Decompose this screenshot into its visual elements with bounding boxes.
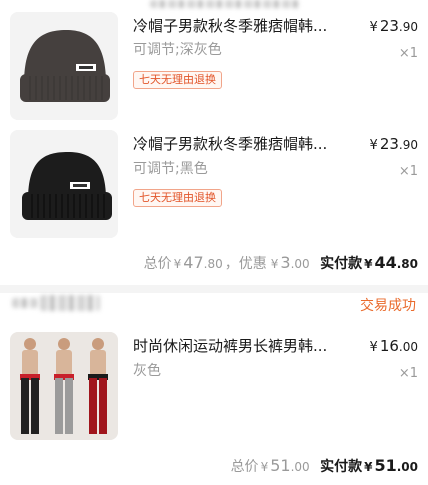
pants-models-image — [10, 332, 118, 440]
order-item-2[interactable]: 冷帽子男款秋冬季雅痞帽韩... ¥23.90 可调节;黑色 ×1 七天无理由退换 — [0, 130, 428, 242]
product-thumbnail[interactable] — [10, 12, 118, 120]
product-quantity: ×1 — [398, 46, 418, 61]
order-summary: 总价 ¥51.00 实付款 ¥51.00 — [230, 456, 418, 475]
blurred-shop-name — [12, 298, 38, 308]
product-title[interactable]: 冷帽子男款秋冬季雅痞帽韩... — [133, 134, 353, 154]
order-item-1[interactable]: 冷帽子男款秋冬季雅痞帽韩... ¥23.90 可调节;深灰色 ×1 七天无理由退… — [0, 12, 428, 124]
product-spec: 灰色 — [133, 363, 161, 379]
return-policy-tag: 七天无理由退换 — [133, 71, 222, 89]
beanie-image — [10, 130, 118, 238]
product-spec: 可调节;深灰色 — [133, 42, 222, 58]
order-summary: 总价 ¥47.80 ，优惠 ¥3.00 实付款 ¥44.80 — [143, 253, 418, 272]
order-status: 交易成功 — [360, 298, 416, 314]
order-divider — [0, 285, 428, 293]
product-price: ¥23.90 — [369, 17, 418, 35]
paid-amount: 实付款 ¥44.80 — [320, 253, 418, 272]
order-item-3[interactable]: 时尚休闲运动裤男长裤男韩... ¥16.00 灰色 ×1 — [0, 332, 428, 444]
product-price: ¥16.00 — [369, 337, 418, 355]
product-quantity: ×1 — [398, 164, 418, 179]
product-thumbnail[interactable] — [10, 332, 118, 440]
product-thumbnail[interactable] — [10, 130, 118, 238]
product-price: ¥23.90 — [369, 135, 418, 153]
blurred-shop-name — [40, 295, 100, 311]
product-quantity: ×1 — [398, 366, 418, 381]
product-spec: 可调节;黑色 — [133, 161, 208, 177]
return-policy-tag: 七天无理由退换 — [133, 189, 222, 207]
product-title[interactable]: 时尚休闲运动裤男长裤男韩... — [133, 336, 353, 356]
paid-amount: 实付款 ¥51.00 — [320, 456, 418, 475]
beanie-image — [10, 12, 118, 120]
blurred-header-fragment — [150, 0, 300, 8]
product-title[interactable]: 冷帽子男款秋冬季雅痞帽韩... — [133, 16, 353, 36]
